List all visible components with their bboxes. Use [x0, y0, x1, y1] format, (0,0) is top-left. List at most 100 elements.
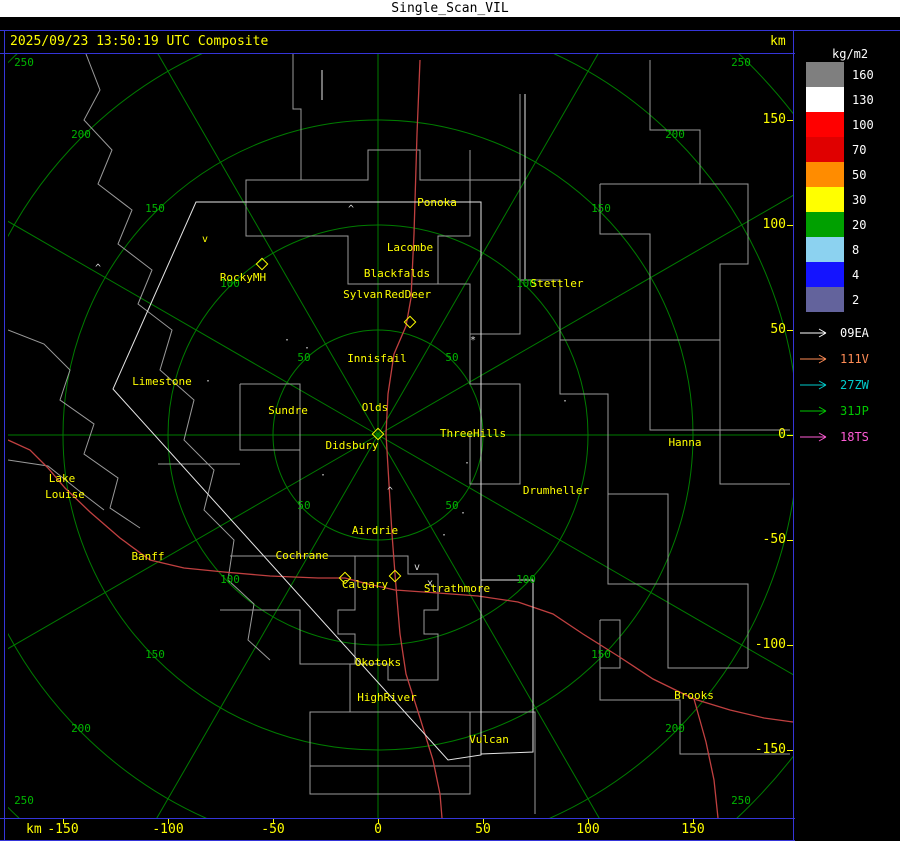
city-labels: Ponoka Lacombe Blackfalds Sylvan RedDeer Stet… [45, 196, 714, 746]
bottom-axis-tick-label: 0 [374, 822, 382, 837]
radar-legend-item: 111V [798, 346, 869, 372]
bottom-axis-tick-label: 50 [475, 822, 491, 837]
city-label: Lacombe [387, 241, 433, 254]
right-axis-tick [787, 645, 793, 646]
colorbar-unit: kg/m2 [832, 47, 869, 61]
frame-line-right-panel-divider [793, 30, 794, 841]
radar-id-label: 18TS [840, 430, 869, 444]
right-axis-unit: km [770, 34, 786, 49]
point-marker: ^ [387, 486, 393, 497]
window-title: Single_Scan_VIL [391, 1, 509, 16]
city-label: Ponoka [417, 196, 457, 209]
city-label: Sundre [268, 404, 308, 417]
bottom-axis-tick-label: 150 [681, 822, 705, 837]
bottom-axis-tick [378, 819, 379, 824]
range-ring-label: 50 [297, 499, 310, 512]
city-label: Hanna [668, 436, 701, 449]
range-ring-label: 200 [665, 128, 685, 141]
point-marker: · [441, 530, 447, 541]
point-marker: * [470, 335, 476, 346]
radar-window: Single_Scan_VIL 2025/09/23 13:50:19 UTC … [0, 0, 900, 841]
radar-arrow-icon [800, 354, 827, 364]
radar-legend-item: 18TS [798, 424, 869, 450]
range-ring-label: 100 [516, 573, 536, 586]
range-ring-label: 250 [14, 56, 34, 69]
colorbar-swatch [806, 112, 844, 137]
point-marker: · [562, 396, 568, 407]
city-label: Louise [45, 488, 85, 501]
range-ring-label: 150 [145, 202, 165, 215]
point-marker: ^ [95, 263, 101, 274]
point-marker: · [205, 376, 211, 387]
point-marker: · [320, 470, 326, 481]
right-axis-tick-label: -150 [754, 742, 786, 757]
bottom-axis-tick [483, 819, 484, 824]
frame-line-top [0, 30, 900, 31]
colorbar-value: 70 [852, 142, 867, 157]
bottom-axis-tick-label: -50 [261, 822, 285, 837]
city-label: Airdrie [352, 524, 398, 537]
range-ring-label: 150 [145, 648, 165, 661]
radar-legend: 09EA 111V 27ZW 31JP 18TS [798, 320, 869, 450]
city-label: Brooks [674, 689, 714, 702]
colorbar-entry: 4 [806, 262, 874, 287]
colorbar-value: 20 [852, 217, 867, 232]
radar-arrow-icon [800, 432, 827, 442]
colorbar-entry: 50 [806, 162, 874, 187]
right-axis-tick [787, 540, 793, 541]
radial-line [0, 216, 379, 436]
city-label: Stettler [531, 277, 584, 290]
colorbar-swatch [806, 87, 844, 112]
right-axis-tick-label: -100 [754, 637, 786, 652]
city-label: Blackfalds [364, 267, 430, 280]
right-axis-tick [787, 435, 793, 436]
colorbar-entry: 160 [806, 62, 874, 87]
bottom-axis-tick [273, 819, 274, 824]
city-label: Drumheller [523, 484, 590, 497]
colorbar-entry: 30 [806, 187, 874, 212]
range-ring-label: 250 [731, 56, 751, 69]
colorbar-swatch [806, 212, 844, 237]
window-titlebar: Single_Scan_VIL [0, 0, 900, 17]
radial-line [377, 434, 613, 841]
range-ring-label: 200 [665, 722, 685, 735]
colorbar-entry: 20 [806, 212, 874, 237]
colorbar-value: 130 [852, 92, 874, 107]
radar-map-canvas: 50 5050 50100 100100 100150 150150 150200 20020… [0, 0, 900, 841]
colorbar-swatch [806, 187, 844, 212]
bottom-axis-tick [168, 819, 169, 824]
colorbar-swatch [806, 237, 844, 262]
point-marker: v [202, 234, 208, 245]
frame-line-axis-top [0, 818, 795, 819]
radar-arrow-icon [800, 380, 827, 390]
right-axis-tick [787, 225, 793, 226]
range-ring-label: 200 [71, 722, 91, 735]
colorbar-value: 2 [852, 292, 860, 307]
city-label: Cochrane [276, 549, 329, 562]
bottom-axis-tick [588, 819, 589, 824]
range-ring-label: 150 [591, 648, 611, 661]
city-label: Banff [131, 550, 164, 563]
colorbar-entry: 8 [806, 237, 874, 262]
radar-id-label: 27ZW [840, 378, 869, 392]
right-axis-tick-label: 50 [770, 322, 786, 337]
bottom-axis-tick-label: -150 [47, 822, 79, 837]
colorbar-swatch [806, 137, 844, 162]
point-marker: · [304, 343, 310, 354]
frame-line-left [4, 30, 5, 841]
range-ring-label: 50 [445, 499, 458, 512]
right-axis-tick [787, 750, 793, 751]
point-marker: · [464, 458, 470, 469]
colorbar-value: 8 [852, 242, 860, 257]
right-axis-tick [787, 330, 793, 331]
right-axis-tick [787, 120, 793, 121]
colorbar-value: 4 [852, 267, 860, 282]
colorbar-entry: 100 [806, 112, 874, 137]
bottom-axis-tick [63, 819, 64, 824]
point-marker: · [284, 335, 290, 346]
city-label: HighRiver [357, 691, 417, 704]
right-axis-tick-label: 0 [778, 427, 786, 442]
map-area: 50 50 50 50 100 100 100 100 150 150 150 150 200 200 20… [0, 0, 900, 841]
radar-id-label: 09EA [840, 326, 869, 340]
city-label: ThreeHills [440, 427, 506, 440]
